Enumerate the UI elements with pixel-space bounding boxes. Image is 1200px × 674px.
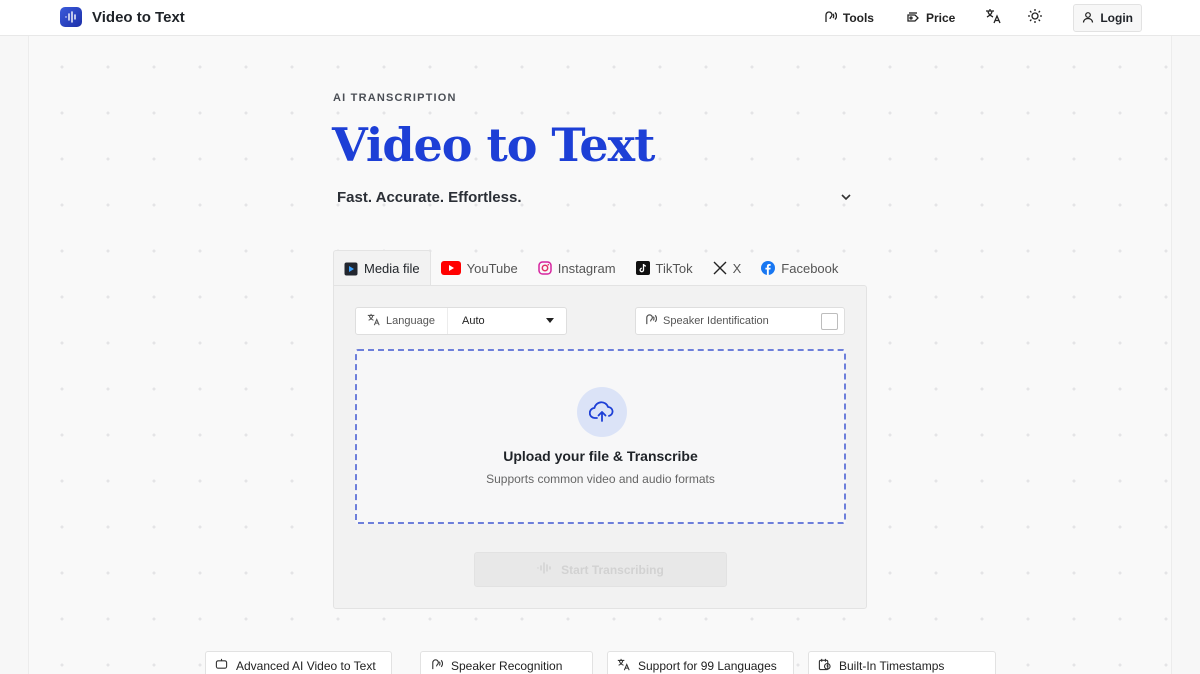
top-header: Video to Text Tools Price Login [0,0,1200,36]
speaker-waves-icon [823,10,838,27]
tagline: Fast. Accurate. Effortless. [337,189,522,206]
feature-speaker-recognition: Speaker Recognition [420,651,593,674]
source-tabs: Media file YouTube Instagram TikTok X Fa… [333,250,848,286]
user-icon [1082,11,1094,26]
brand-name: Video to Text [92,8,185,26]
tab-label: Media file [364,261,420,276]
instagram-icon [537,261,552,275]
speaker-waves-icon [644,313,658,329]
waveform-icon [537,562,553,577]
x-icon [713,261,727,275]
translate-icon [367,313,380,329]
media-file-icon [344,262,358,276]
theme-toggle-button[interactable] [1025,8,1045,28]
feature-label: Support for 99 Languages [638,659,777,673]
nav-tools[interactable]: Tools [823,10,874,27]
upload-panel: Language Auto Speaker Identification Upl… [333,285,867,609]
youtube-icon [440,261,461,275]
language-label-group: Language [356,308,448,334]
chevron-down-icon[interactable] [838,189,854,205]
timestamp-icon [818,658,831,674]
feature-timestamps: Built-In Timestamps [808,651,996,674]
speaker-icon [430,658,444,674]
tab-label: Facebook [781,260,839,276]
tab-facebook[interactable]: Facebook [751,250,848,286]
tab-tiktok[interactable]: TikTok [626,250,703,286]
eyebrow-label: AI TRANSCRIPTION [333,92,457,104]
nav-price[interactable]: Price [906,10,955,27]
tab-label: X [732,260,742,276]
speaker-identification-label: Speaker Identification [663,315,769,327]
tab-media-file[interactable]: Media file [333,250,431,286]
speaker-identification-option: Speaker Identification [635,307,845,335]
upload-subtitle: Supports common video and audio formats [486,472,715,486]
translate-icon [985,8,1001,29]
language-switch-button[interactable] [983,8,1003,28]
tab-instagram[interactable]: Instagram [528,250,626,286]
upload-title: Upload your file & Transcribe [503,448,698,464]
tab-x[interactable]: X [703,250,752,286]
sun-icon [1027,8,1043,29]
feature-label: Speaker Recognition [451,659,563,673]
ai-chat-icon [215,658,228,674]
brand-logo-icon [60,7,82,27]
language-label: Language [386,315,435,327]
page-title: Video to Text [332,118,655,172]
tab-label: YouTube [466,260,518,276]
feature-ai-video-to-text: Advanced AI Video to Text [205,651,392,674]
tab-label: TikTok [655,260,693,276]
feature-label: Advanced AI Video to Text [236,659,376,673]
brand[interactable]: Video to Text [60,7,185,27]
language-dropdown[interactable]: Auto [448,315,566,327]
facebook-icon [761,261,776,275]
nav-tools-label: Tools [842,11,874,25]
tab-label: Instagram [557,260,616,276]
main-nav: Tools Price Login [823,4,1142,32]
price-tag-icon [906,10,920,27]
file-dropzone[interactable]: Upload your file & Transcribe Supports c… [355,349,846,524]
nav-price-label: Price [925,11,956,25]
login-label: Login [1100,11,1133,25]
login-button[interactable]: Login [1073,4,1142,32]
feature-label: Built-In Timestamps [839,659,945,673]
speaker-identification-checkbox[interactable] [821,313,838,330]
upload-cloud-icon [577,387,627,437]
tiktok-icon [635,261,650,275]
language-selector: Language Auto [355,307,567,335]
start-transcribing-label: Start Transcribing [561,562,664,577]
start-transcribing-button[interactable]: Start Transcribing [474,552,727,587]
tab-youtube[interactable]: YouTube [431,250,528,286]
translate-icon [617,658,630,674]
caret-down-icon [546,315,554,327]
feature-99-languages: Support for 99 Languages [607,651,794,674]
language-value: Auto [462,315,485,327]
